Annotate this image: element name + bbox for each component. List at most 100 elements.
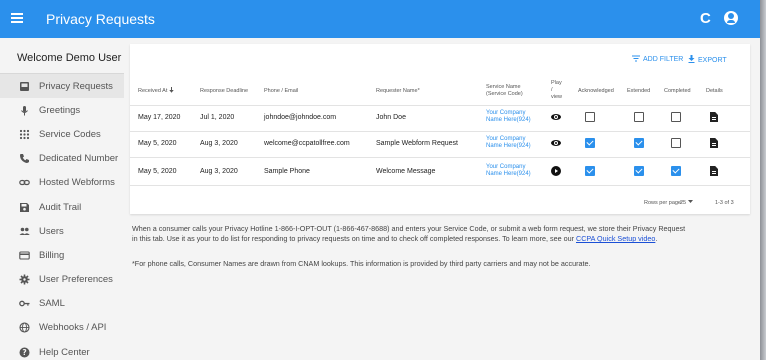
details-document-icon[interactable] xyxy=(710,166,718,176)
rows-per-page-select[interactable]: 25 xyxy=(680,200,694,206)
column-header-phone: Phone / Email xyxy=(264,87,299,94)
ccpa-setup-video-link[interactable]: CCPA Quick Setup video xyxy=(576,234,655,243)
arrow-down-icon xyxy=(169,86,175,96)
received-cell: May 17, 2020 xyxy=(138,114,181,121)
column-header-label: Play xyxy=(551,79,562,86)
received-cell: May 5, 2020 xyxy=(138,168,177,175)
sidebar-item-service-codes[interactable]: Service Codes xyxy=(0,122,124,146)
column-header-label: (Service Code) xyxy=(486,91,523,97)
rows-per-page-value: 25 xyxy=(680,200,687,206)
divider xyxy=(130,185,750,186)
completed-checkbox[interactable] xyxy=(671,138,681,148)
phone-email-cell: welcome@ccpatollfree.com xyxy=(264,140,350,147)
divider xyxy=(130,105,750,106)
service-name-link[interactable]: Your Company Name Here(924) xyxy=(486,164,531,178)
info-line-text: in this tab. Use it as your to do list f… xyxy=(132,234,574,243)
sidebar-item-hosted-webforms[interactable]: Hosted Webforms xyxy=(0,171,124,195)
column-header-extended: Extended xyxy=(627,87,651,94)
acknowledged-checkbox[interactable] xyxy=(585,166,595,176)
sidebar-item-user-preferences[interactable]: User Preferences xyxy=(0,268,124,292)
sidebar-item-label: Webhooks / API xyxy=(39,322,107,334)
gear-icon xyxy=(19,274,30,285)
service-name-line: Your Company xyxy=(486,136,526,142)
phone-email-cell: johndoe@johndoe.com xyxy=(264,114,337,121)
column-header-play: Play / view xyxy=(551,75,562,105)
menu-icon[interactable] xyxy=(10,11,24,25)
sidebar-item-webhooks-api[interactable]: Webhooks / API xyxy=(0,316,124,340)
service-name-line: Your Company xyxy=(486,110,526,116)
account-icon[interactable] xyxy=(724,11,738,25)
welcome-text: Welcome Demo User xyxy=(0,38,124,74)
filter-icon xyxy=(632,55,640,64)
deadline-cell: Jul 1, 2020 xyxy=(200,114,235,121)
sidebar-item-label: Billing xyxy=(39,249,65,261)
top-app-bar: Privacy Requests C xyxy=(0,0,760,38)
eye-icon[interactable] xyxy=(551,114,561,120)
column-header-label: Received At xyxy=(138,87,168,94)
sidebar-item-label: Dedicated Number xyxy=(39,153,119,165)
window-shadow xyxy=(760,0,766,360)
info-line-end: . xyxy=(655,234,658,243)
inbox-icon xyxy=(19,81,30,92)
microphone-icon xyxy=(19,105,30,116)
divider xyxy=(130,131,750,132)
sidebar-item-privacy-requests[interactable]: Privacy Requests xyxy=(0,74,124,99)
details-document-icon[interactable] xyxy=(710,138,718,148)
column-header-service: Service Name (Service Code) xyxy=(486,76,523,106)
deadline-cell: Aug 3, 2020 xyxy=(200,140,238,147)
sidebar-item-help-center[interactable]: ? Help Center xyxy=(0,340,124,360)
details-document-icon[interactable] xyxy=(710,112,718,122)
sidebar-item-label: User Preferences xyxy=(39,274,113,286)
requester-cell: Welcome Message xyxy=(376,168,436,175)
sidebar-item-billing[interactable]: Billing xyxy=(0,243,124,267)
extended-checkbox[interactable] xyxy=(634,138,644,148)
acknowledged-checkbox[interactable] xyxy=(585,138,595,148)
column-header-requester: Requester Name* xyxy=(376,87,420,94)
sidebar-item-users[interactable]: Users xyxy=(0,219,124,243)
key-icon xyxy=(19,298,30,309)
refresh-icon[interactable]: C xyxy=(700,10,711,27)
dropdown-arrow-icon xyxy=(688,200,694,206)
sidebar-item-label: Greetings xyxy=(39,104,81,116)
save-icon xyxy=(19,202,30,213)
add-filter-button[interactable]: ADD FILTER xyxy=(632,55,683,64)
play-icon[interactable] xyxy=(551,166,561,176)
received-cell: May 5, 2020 xyxy=(138,140,177,147)
sidebar-item-dedicated-number[interactable]: Dedicated Number xyxy=(0,147,124,171)
acknowledged-checkbox[interactable] xyxy=(585,112,595,122)
rows-per-page-label: Rows per page: xyxy=(644,200,683,206)
sidebar-item-label: Privacy Requests xyxy=(39,80,113,92)
requester-cell: Sample Webform Request xyxy=(376,140,458,147)
phone-email-cell: Sample Phone xyxy=(264,168,310,175)
sidebar-item-saml[interactable]: SAML xyxy=(0,292,124,316)
globe-icon xyxy=(19,322,30,334)
export-label: EXPORT xyxy=(698,56,727,64)
completed-checkbox[interactable] xyxy=(671,112,681,122)
service-name-link[interactable]: Your Company Name Here(924) xyxy=(486,136,531,150)
divider xyxy=(130,157,750,158)
export-button[interactable]: EXPORT xyxy=(688,55,727,65)
sidebar-item-label: Service Codes xyxy=(39,128,101,140)
eye-icon[interactable] xyxy=(551,140,561,146)
download-icon xyxy=(688,55,695,65)
column-header-acknowledged: Acknowledged xyxy=(578,87,614,94)
sidebar-item-greetings[interactable]: Greetings xyxy=(0,98,124,122)
extended-checkbox[interactable] xyxy=(634,112,644,122)
service-code-line: Name Here(924) xyxy=(486,143,531,149)
column-header-received[interactable]: Received At xyxy=(138,76,175,106)
column-header-details: Details xyxy=(706,87,723,94)
column-header-deadline: Response Deadline xyxy=(200,87,249,94)
link-icon xyxy=(19,177,30,188)
service-name-link[interactable]: Your Company Name Here(924) xyxy=(486,110,531,124)
service-code-line: Name Here(924) xyxy=(486,171,531,177)
extended-checkbox[interactable] xyxy=(634,166,644,176)
completed-checkbox[interactable] xyxy=(671,166,681,176)
main-content: ADD FILTER EXPORT Received At Response D… xyxy=(130,44,755,214)
sidebar-item-audit-trail[interactable]: Audit Trail xyxy=(0,195,124,219)
sidebar-item-label: Help Center xyxy=(39,346,90,358)
service-code-line: Name Here(924) xyxy=(486,117,531,123)
sidebar: Welcome Demo User Privacy Requests Greet… xyxy=(0,38,124,360)
app-window: Privacy Requests C Welcome Demo User Pri… xyxy=(0,0,760,360)
requester-cell: John Doe xyxy=(376,114,406,121)
svg-text:?: ? xyxy=(22,348,26,357)
